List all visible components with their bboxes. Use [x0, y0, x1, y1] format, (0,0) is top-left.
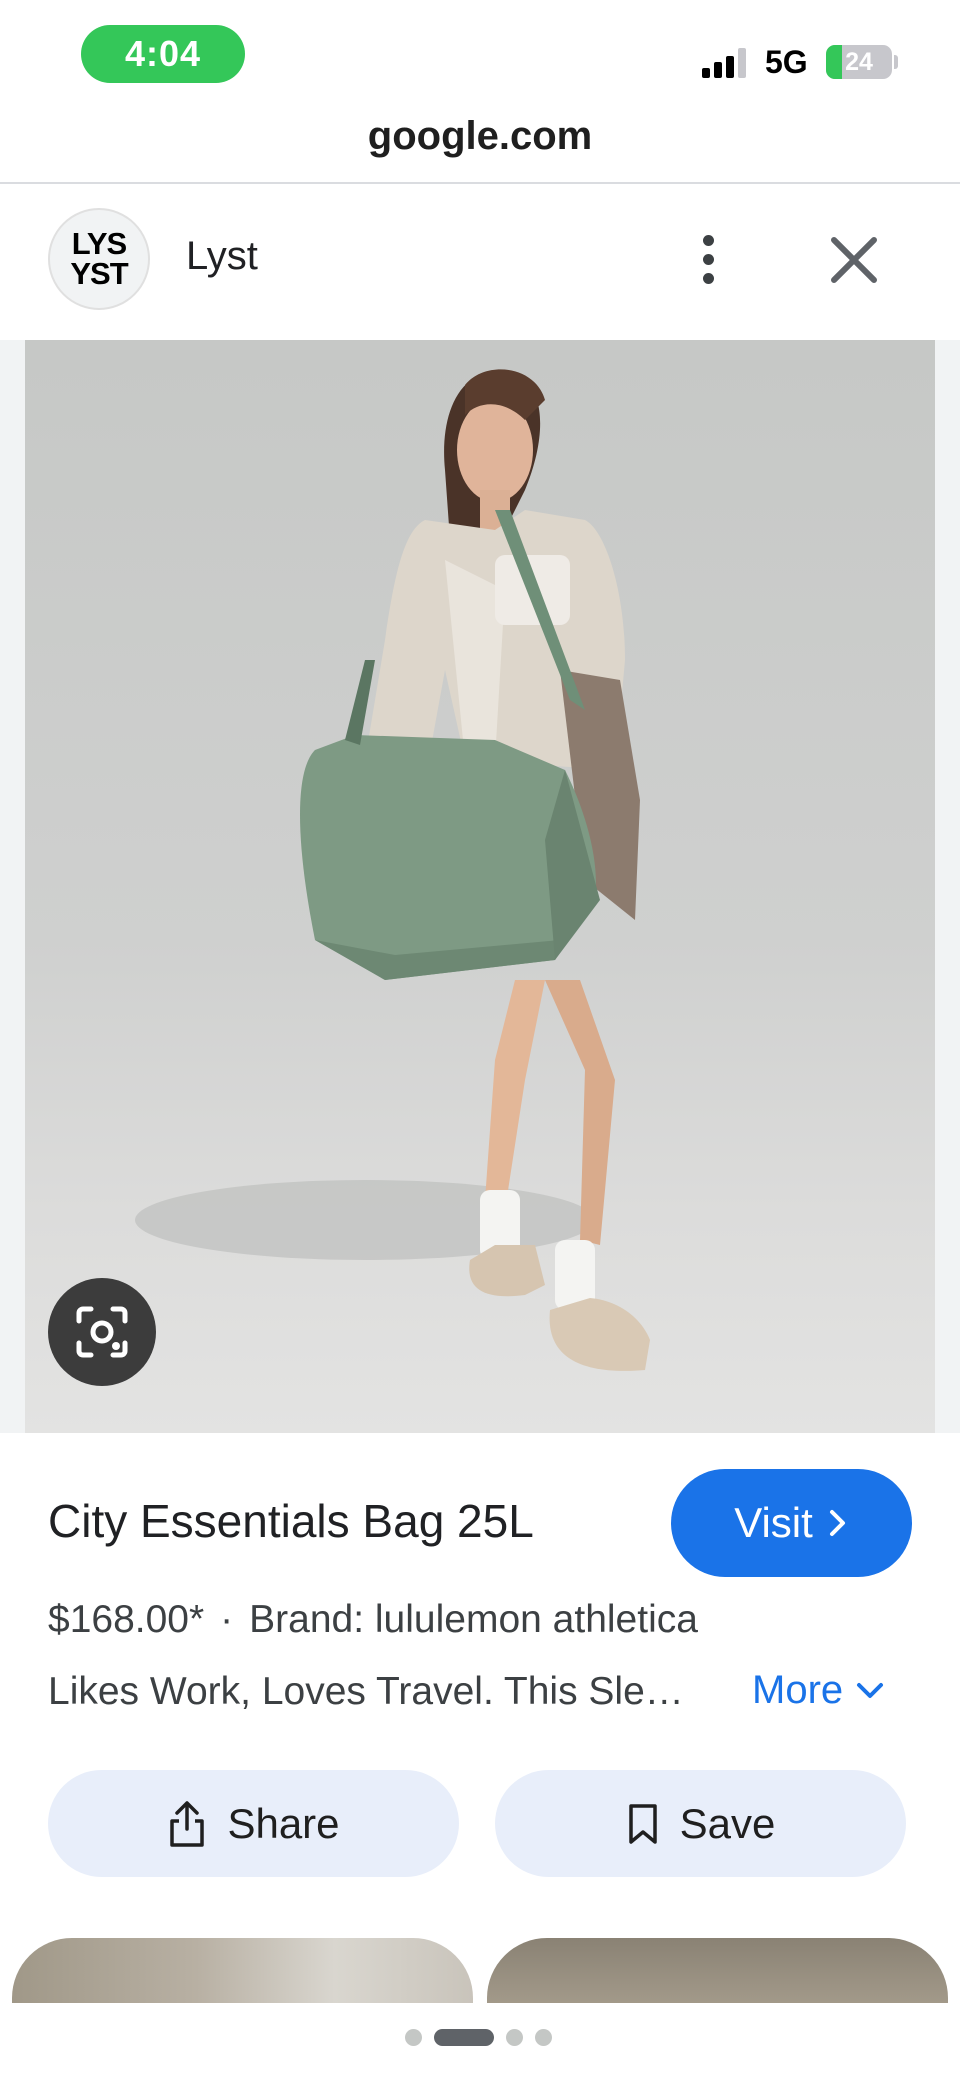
google-lens-icon [76, 1306, 128, 1358]
network-label: 5G [765, 44, 808, 80]
battery-icon: 24 [826, 45, 892, 79]
related-image-thumbnail[interactable] [487, 1938, 948, 2008]
status-bar: 4:04 5G 24 [0, 0, 960, 110]
image-viewer-page: 4:04 5G 24 google.com LYS YST Lyst City … [0, 0, 960, 2079]
product-photo-illustration [135, 369, 650, 1371]
status-time[interactable]: 4:04 [81, 25, 245, 83]
more-label: More [752, 1668, 844, 1712]
share-button[interactable]: Share [48, 1770, 459, 1877]
google-lens-button[interactable] [48, 1278, 156, 1386]
more-button[interactable]: More [752, 1668, 885, 1713]
pagination-dot[interactable] [506, 2029, 523, 2046]
save-label: Save [679, 1799, 776, 1847]
product-description: Likes Work, Loves Travel. This Sle… [48, 1670, 684, 1713]
address-bar[interactable]: google.com [0, 110, 960, 182]
pagination-dots [405, 2029, 552, 2046]
close-icon [831, 237, 877, 283]
logo-wordmark: LYS YST [67, 226, 131, 291]
product-image[interactable] [25, 340, 935, 1433]
image-container [0, 340, 960, 1433]
pagination-dot-active[interactable] [434, 2029, 494, 2046]
source-name[interactable]: Lyst [186, 234, 258, 279]
product-price: $168.00* [48, 1598, 205, 1641]
bookmark-icon [628, 1803, 657, 1844]
url-text[interactable]: google.com [368, 114, 592, 159]
source-header: LYS YST Lyst [0, 184, 960, 340]
pagination-dot[interactable] [405, 2029, 422, 2046]
separator: · [220, 1598, 234, 1641]
logo-line-1: LYS [71, 226, 127, 261]
close-button[interactable] [818, 224, 890, 296]
price-brand-line: $168.00* · Brand: lululemon athletica [48, 1598, 698, 1642]
chevron-right-icon [829, 1510, 845, 1536]
share-icon [170, 1800, 205, 1847]
more-vert-icon[interactable] [690, 224, 726, 294]
save-button[interactable]: Save [495, 1770, 906, 1877]
product-brand: Brand: lululemon athletica [249, 1598, 698, 1641]
product-title: City Essentials Bag 25L [48, 1495, 534, 1547]
signal-icon [702, 48, 750, 78]
battery-level: 24 [845, 47, 873, 76]
chevron-down-icon [857, 1682, 884, 1698]
pagination-dot[interactable] [535, 2029, 552, 2046]
source-logo[interactable]: LYS YST [48, 208, 150, 310]
visit-button[interactable]: Visit [671, 1469, 912, 1577]
visit-label: Visit [734, 1499, 813, 1546]
related-image-thumbnail[interactable] [12, 1938, 473, 2008]
battery-tip [894, 55, 898, 69]
logo-line-2: YST [70, 256, 128, 291]
share-label: Share [227, 1799, 340, 1847]
